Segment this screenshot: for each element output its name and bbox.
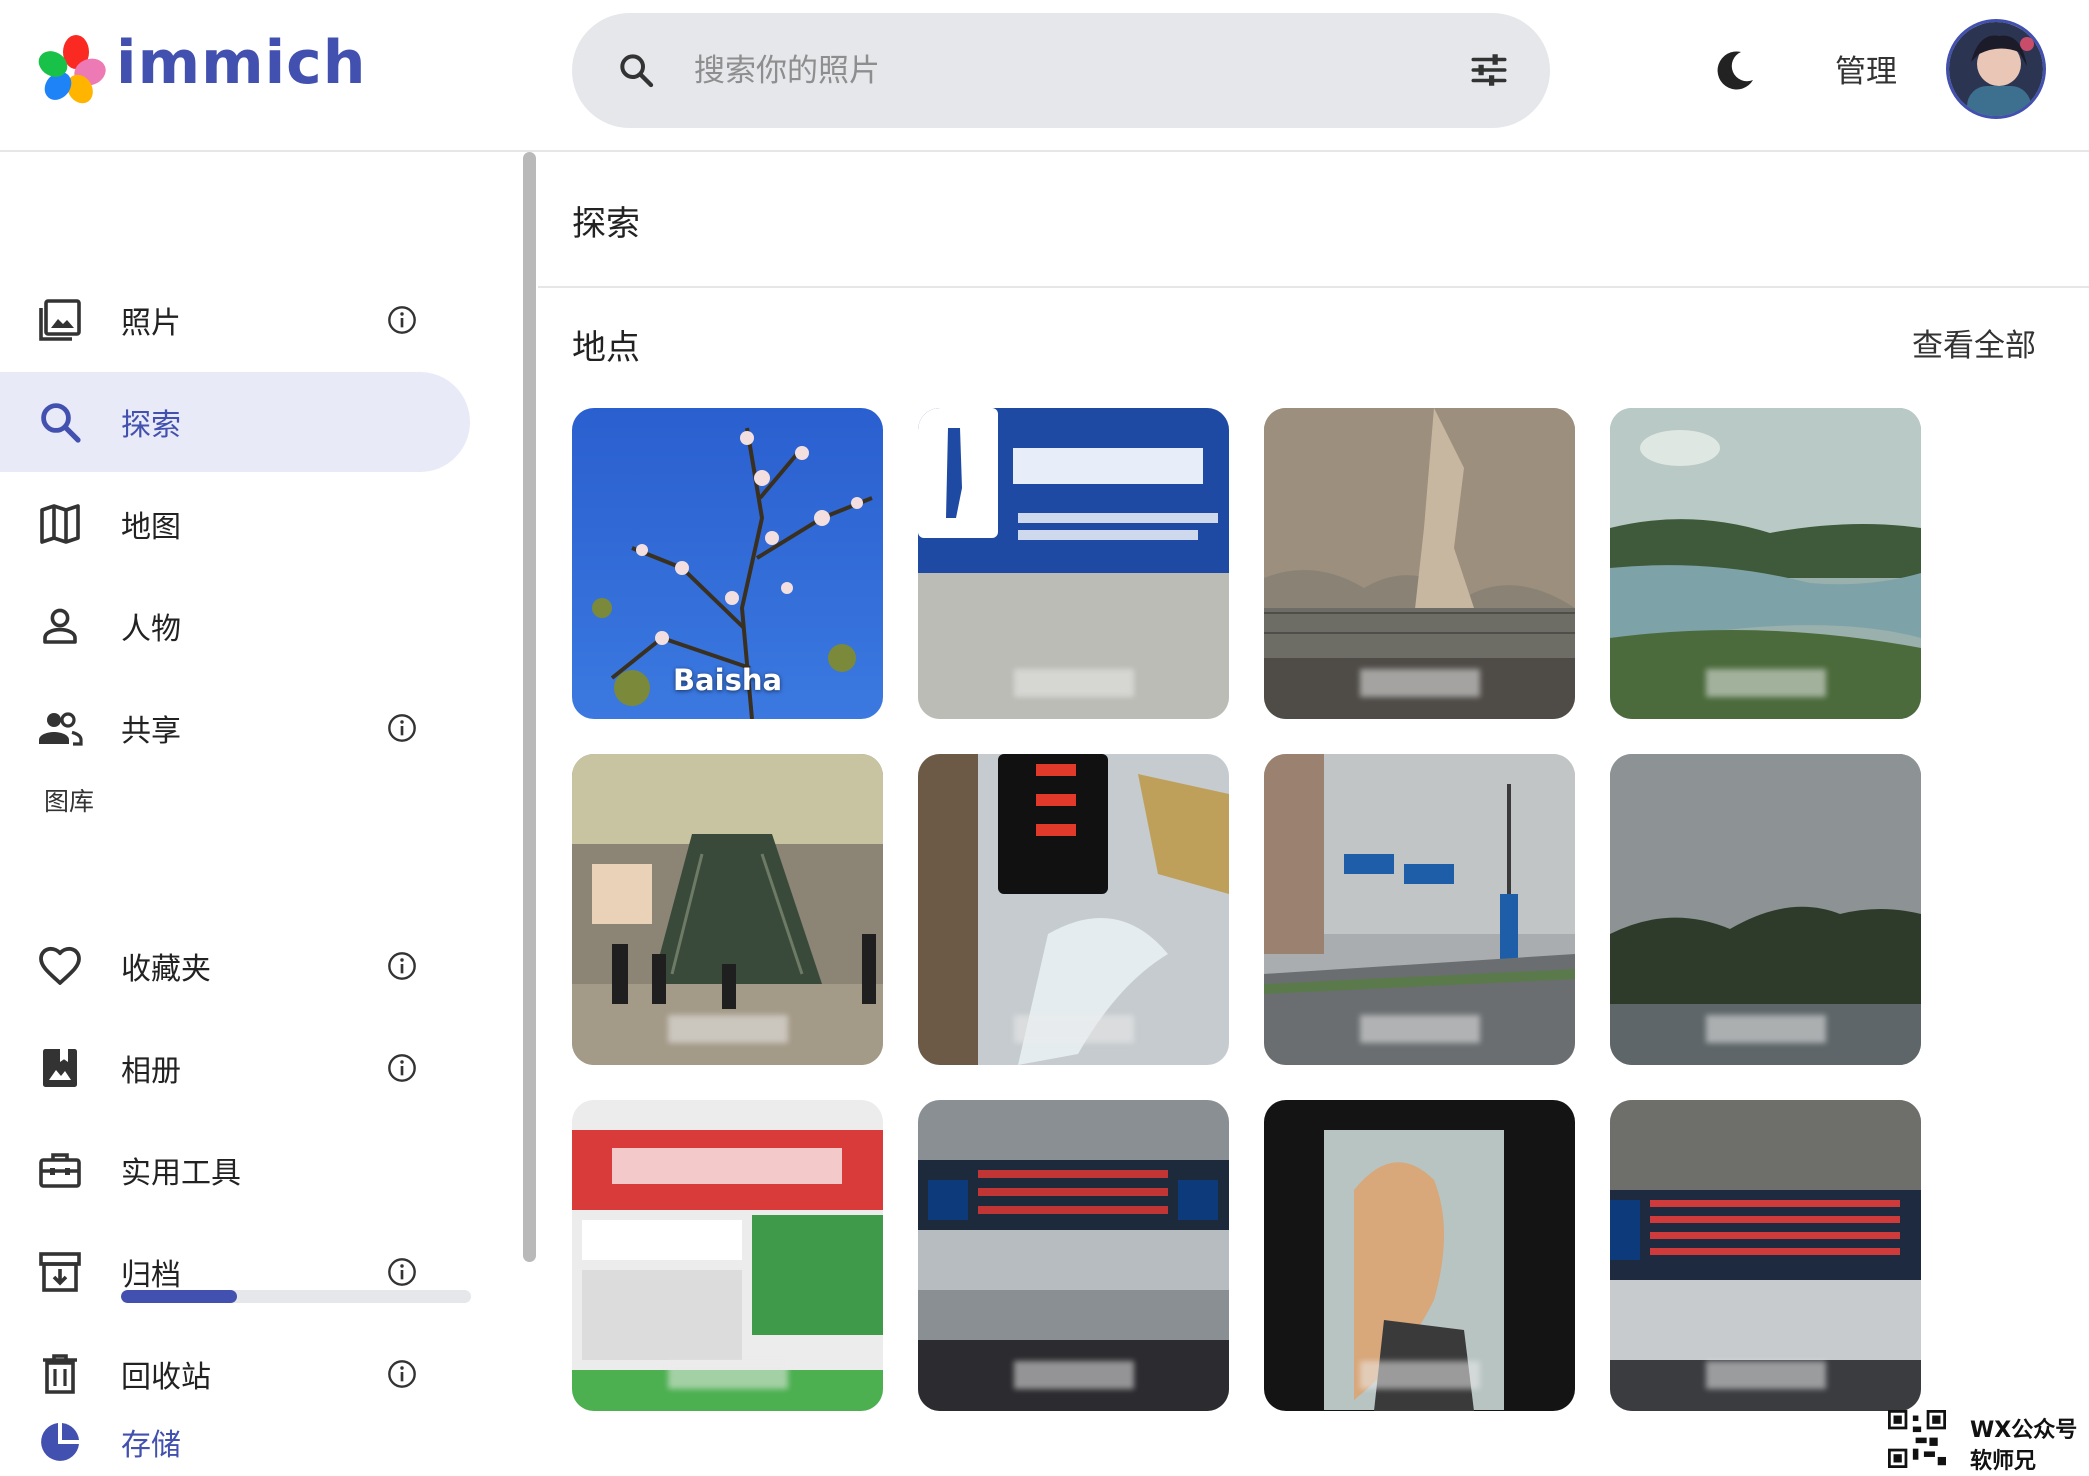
sidebar-item-label: 探索 bbox=[121, 408, 181, 443]
sidebar-scrollbar[interactable] bbox=[523, 152, 536, 1262]
blurred-place-name bbox=[1013, 1361, 1134, 1389]
storage-progress-fill bbox=[121, 1290, 237, 1303]
sidebar-item-label: 共享 bbox=[121, 714, 181, 749]
search-input[interactable] bbox=[692, 33, 1416, 109]
photos-icon bbox=[39, 299, 81, 341]
archive-icon bbox=[39, 1252, 81, 1292]
view-all-link[interactable]: 查看全部 bbox=[1912, 320, 2036, 365]
places-section-title: 地点 bbox=[572, 328, 640, 368]
place-tile[interactable] bbox=[1264, 754, 1575, 1065]
sidebar-item-label: 地图 bbox=[121, 510, 181, 545]
place-tile[interactable] bbox=[1610, 754, 1921, 1065]
place-tile[interactable] bbox=[918, 1100, 1229, 1411]
storage-pie-icon bbox=[41, 1423, 79, 1461]
blurred-place-name bbox=[667, 1361, 788, 1389]
sidebar-item-albums[interactable]: 相册 bbox=[0, 1018, 470, 1118]
place-tile[interactable] bbox=[1610, 1100, 1921, 1411]
sidebar-item-utilities[interactable]: 实用工具 bbox=[0, 1120, 470, 1220]
blurred-place-name bbox=[1013, 669, 1134, 697]
sidebar-item-explore[interactable]: 探索 bbox=[0, 372, 470, 472]
page-title: 探索 bbox=[572, 204, 640, 244]
filter-options-icon[interactable] bbox=[1468, 49, 1510, 91]
info-icon[interactable] bbox=[386, 712, 418, 744]
top-bar: immich 管理 bbox=[0, 0, 2089, 152]
sidebar-item-storage[interactable]: 存储 bbox=[0, 1406, 470, 1476]
info-icon[interactable] bbox=[386, 304, 418, 336]
info-icon[interactable] bbox=[386, 1256, 418, 1288]
sidebar-item-photos[interactable]: 照片 bbox=[0, 270, 470, 370]
sidebar-item-favorites[interactable]: 收藏夹 bbox=[0, 916, 470, 1016]
sidebar-item-label: 收藏夹 bbox=[121, 952, 211, 987]
storage-progress-bar bbox=[121, 1290, 471, 1303]
map-icon bbox=[40, 504, 80, 544]
sidebar-item-people[interactable]: 人物 bbox=[0, 576, 470, 676]
info-icon[interactable] bbox=[386, 1052, 418, 1084]
place-tile[interactable] bbox=[918, 408, 1229, 719]
search-bar[interactable] bbox=[572, 13, 1550, 128]
people-icon bbox=[39, 712, 83, 746]
watermark-line2: 软师兄 bbox=[1970, 1449, 2037, 1474]
blurred-place-name bbox=[667, 1015, 788, 1043]
album-icon bbox=[43, 1049, 77, 1087]
blurred-place-name bbox=[1705, 1361, 1826, 1389]
search-icon bbox=[620, 54, 654, 88]
sidebar-item-sharing[interactable]: 共享 bbox=[0, 678, 470, 778]
heart-icon bbox=[39, 946, 81, 985]
sidebar-item-label: 相册 bbox=[121, 1054, 181, 1089]
avatar-image bbox=[1949, 22, 2043, 116]
sidebar-item-label: 人物 bbox=[121, 612, 181, 647]
sidebar-item-label: 实用工具 bbox=[121, 1156, 241, 1191]
sidebar-item-map[interactable]: 地图 bbox=[0, 474, 470, 574]
library-section-label: 图库 bbox=[44, 787, 95, 816]
place-tile[interactable]: Baisha bbox=[572, 408, 883, 719]
blurred-place-name bbox=[1359, 669, 1480, 697]
watermark: WX公众号 软师兄 bbox=[1888, 1410, 2089, 1474]
page-header: 探索 bbox=[538, 152, 2089, 288]
trash-icon bbox=[43, 1354, 77, 1394]
blurred-place-name bbox=[1359, 1015, 1480, 1043]
person-icon bbox=[43, 608, 77, 644]
info-icon[interactable] bbox=[386, 950, 418, 982]
app-name[interactable]: immich bbox=[116, 28, 366, 98]
place-tile[interactable] bbox=[572, 754, 883, 1065]
blurred-place-name bbox=[1013, 1015, 1134, 1043]
sidebar-item-label: 照片 bbox=[121, 306, 181, 341]
sidebar-item-archive[interactable]: 归档 bbox=[0, 1222, 470, 1322]
sidebar-item-label: 归档 bbox=[121, 1258, 181, 1293]
blurred-place-name bbox=[1359, 1361, 1480, 1389]
place-name: Baisha bbox=[672, 663, 783, 697]
admin-link[interactable]: 管理 bbox=[1835, 46, 1897, 91]
watermark-line1: WX公众号 bbox=[1970, 1418, 2078, 1443]
sidebar: 照片 探索 地图 人物 共享 图库 收藏夹 相册 实用工具 归档 回收站 存储 bbox=[0, 152, 520, 1472]
place-tile[interactable] bbox=[1264, 408, 1575, 719]
toolbox-icon bbox=[39, 1153, 81, 1188]
sidebar-item-label: 回收站 bbox=[121, 1360, 211, 1395]
storage-label: 存储 bbox=[121, 1428, 181, 1463]
qr-code-icon bbox=[1888, 1410, 1946, 1468]
place-tile[interactable] bbox=[572, 1100, 883, 1411]
blurred-place-name bbox=[1705, 1015, 1826, 1043]
place-tile[interactable] bbox=[1610, 408, 1921, 719]
immich-logo-icon[interactable] bbox=[36, 34, 106, 104]
user-avatar[interactable] bbox=[1946, 19, 2046, 119]
search-icon bbox=[41, 403, 81, 443]
info-icon[interactable] bbox=[386, 1358, 418, 1390]
place-tile[interactable] bbox=[1264, 1100, 1575, 1411]
dark-mode-toggle-icon[interactable] bbox=[1711, 46, 1759, 94]
blurred-place-name bbox=[1705, 669, 1826, 697]
place-tile[interactable] bbox=[918, 754, 1229, 1065]
